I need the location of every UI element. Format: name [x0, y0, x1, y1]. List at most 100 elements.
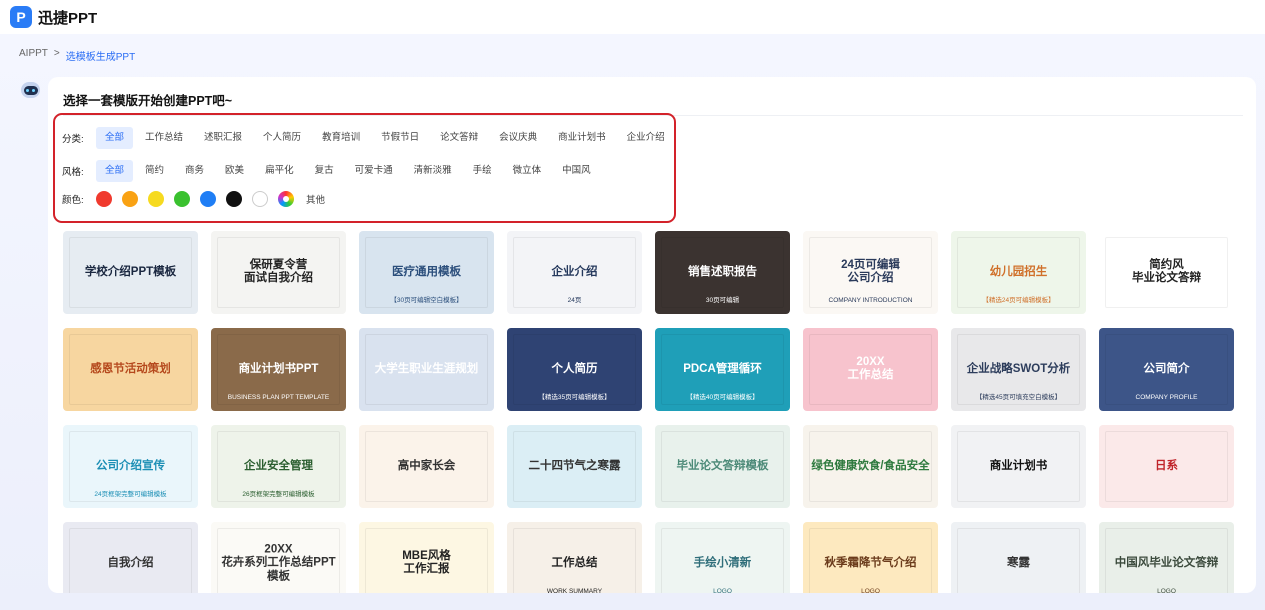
template-card[interactable]: 高中家长会: [359, 425, 494, 508]
breadcrumb: AIPPT > 选模板生成PPT: [19, 48, 135, 63]
template-title: 绿色健康饮食/食品安全: [811, 459, 930, 472]
category-filter: 分类: 全部 工作总结 述职汇报 个人简历 教育培训 节假节日 论文答辩 会议庆典 商业计划书企…: [62, 127, 677, 149]
template-card[interactable]: 24页可编辑 公司介绍 COMPANY INTRODUCTION: [803, 231, 938, 314]
template-card[interactable]: 企业介绍 24页: [507, 231, 642, 314]
template-card[interactable]: 公司介绍宣传 24页框架完整可编辑模板: [63, 425, 198, 508]
style-option[interactable]: 可爱卡通: [346, 160, 402, 182]
style-option[interactable]: 扁平化: [256, 160, 303, 182]
top-bar: P 迅捷PPT: [0, 0, 1265, 34]
template-panel: 选择一套模版开始创建PPT吧~ 分类: 全部 工作总结 述职汇报 个人简历 教育培训 节假…: [48, 77, 1256, 593]
template-title: MBE风格 工作汇报: [402, 549, 451, 576]
template-title: 企业安全管理: [244, 459, 313, 472]
style-label: 风格:: [62, 167, 84, 178]
color-swatch[interactable]: [200, 191, 216, 207]
template-title: 商业计划书PPT: [238, 362, 319, 375]
template-title: 学校介绍PPT模板: [84, 265, 177, 278]
template-card[interactable]: 企业战略SWOT分析 【精选45页可填充空白模板】: [951, 328, 1086, 411]
template-title: 企业战略SWOT分析: [966, 362, 1071, 375]
template-card[interactable]: PDCA管理循环【精选40页可编辑模板】: [655, 328, 790, 411]
category-option[interactable]: 工作总结: [136, 127, 192, 149]
color-swatch[interactable]: [96, 191, 112, 207]
category-option[interactable]: 商业计划书: [549, 127, 615, 149]
template-title: 简约风 毕业论文答辩: [1132, 258, 1201, 285]
style-option[interactable]: 简约: [136, 160, 173, 182]
template-title: 个人简历: [551, 362, 598, 375]
template-title: 寒露: [1007, 556, 1030, 569]
template-subtitle: 24页: [567, 297, 582, 304]
template-subtitle: 24页框架完整可编辑模板: [94, 491, 167, 498]
style-option[interactable]: 商务: [176, 160, 213, 182]
template-subtitle: 【精选40页可编辑模板】: [686, 394, 759, 401]
template-card[interactable]: MBE风格 工作汇报: [359, 522, 494, 593]
template-card[interactable]: 秋季霜降节气介绍 LOGO: [803, 522, 938, 593]
app-name[interactable]: 迅捷PPT: [38, 7, 97, 28]
template-subtitle: COMPANY PROFILE: [1135, 394, 1198, 401]
template-card[interactable]: 二十四节气之寒露: [507, 425, 642, 508]
template-card[interactable]: 保研夏令营 面试自我介绍: [211, 231, 346, 314]
assistant-robot-icon: [21, 82, 40, 98]
template-card[interactable]: 学校介绍PPT模板: [63, 231, 198, 314]
template-card[interactable]: 幼儿园招生 【精选24页可编辑模板】: [951, 231, 1086, 314]
template-title: 24页可编辑 公司介绍: [841, 258, 900, 285]
template-subtitle: 【30页可编辑空白模板】: [390, 297, 463, 304]
style-option[interactable]: 全部: [96, 160, 134, 182]
template-card[interactable]: 感恩节活动策划: [63, 328, 198, 411]
category-option[interactable]: 会议庆典: [490, 127, 546, 149]
category-option[interactable]: 企业介绍: [618, 127, 674, 149]
category-option[interactable]: 论文答辩: [431, 127, 487, 149]
category-option[interactable]: 全部: [96, 127, 134, 149]
template-card[interactable]: 个人简历【精选35页可编辑模板】: [507, 328, 642, 411]
template-subtitle: LOGO: [1157, 588, 1176, 593]
template-card[interactable]: 手绘小清新 LOGO: [655, 522, 790, 593]
style-option[interactable]: 清新淡雅: [405, 160, 461, 182]
template-title: 自我介绍: [107, 556, 154, 569]
template-card[interactable]: 大学生职业生涯规划: [359, 328, 494, 411]
template-card[interactable]: 自我介绍: [63, 522, 198, 593]
color-label: 颜色:: [62, 195, 84, 206]
category-option[interactable]: 个人简历: [254, 127, 310, 149]
template-card[interactable]: 简约风 毕业论文答辩: [1099, 231, 1234, 314]
template-card[interactable]: 毕业论文答辩模板: [655, 425, 790, 508]
template-card[interactable]: 商业计划书: [951, 425, 1086, 508]
template-card[interactable]: 寒露: [951, 522, 1086, 593]
template-subtitle: 【精选35页可编辑模板】: [538, 394, 611, 401]
template-card[interactable]: 医疗通用模板【30页可编辑空白模板】: [359, 231, 494, 314]
template-card[interactable]: 20XX 工作总结: [803, 328, 938, 411]
template-title: PDCA管理循环: [683, 362, 762, 375]
template-card[interactable]: 企业安全管理 26页框架完整可编辑模板: [211, 425, 346, 508]
style-option[interactable]: 复古: [306, 160, 343, 182]
template-card[interactable]: 销售述职报告 30页可编辑: [655, 231, 790, 314]
template-subtitle: 【精选24页可编辑模板】: [982, 297, 1055, 304]
template-title: 医疗通用模板: [392, 265, 461, 278]
color-swatch[interactable]: [174, 191, 190, 207]
template-title: 20XX 工作总结: [847, 355, 894, 382]
color-swatch[interactable]: [148, 191, 164, 207]
template-title: 中国风毕业论文答辩: [1114, 556, 1219, 569]
template-title: 秋季霜降节气介绍: [824, 556, 917, 569]
color-swatch[interactable]: [122, 191, 138, 207]
color-wheel-icon[interactable]: [278, 191, 294, 207]
template-card[interactable]: 公司简介 COMPANY PROFILE: [1099, 328, 1234, 411]
style-option[interactable]: 手绘: [464, 160, 501, 182]
template-title: 手绘小清新: [693, 556, 752, 569]
template-title: 保研夏令营 面试自我介绍: [244, 258, 313, 285]
app-logo-icon[interactable]: P: [10, 6, 32, 28]
template-title: 公司介绍宣传: [96, 459, 165, 472]
style-option[interactable]: 中国风: [553, 160, 600, 182]
template-card[interactable]: 工作总结 WORK SUMMARY: [507, 522, 642, 593]
category-option[interactable]: 述职汇报: [195, 127, 251, 149]
template-card[interactable]: 20XX 花卉系列工作总结PPT模板: [211, 522, 346, 593]
template-card[interactable]: 日系: [1099, 425, 1234, 508]
style-option[interactable]: 微立体: [504, 160, 551, 182]
category-option[interactable]: 节假节日: [372, 127, 428, 149]
breadcrumb-root[interactable]: AIPPT: [19, 48, 48, 63]
color-other-option[interactable]: 其他: [306, 192, 325, 206]
template-card[interactable]: 中国风毕业论文答辩 LOGO: [1099, 522, 1234, 593]
style-option[interactable]: 欧美: [216, 160, 253, 182]
template-card[interactable]: 商业计划书PPT BUSINESS PLAN PPT TEMPLATE: [211, 328, 346, 411]
category-option[interactable]: 教育培训: [313, 127, 369, 149]
color-swatch[interactable]: [226, 191, 242, 207]
template-title: 感恩节活动策划: [90, 362, 171, 375]
color-swatch[interactable]: [252, 191, 268, 207]
template-card[interactable]: 绿色健康饮食/食品安全: [803, 425, 938, 508]
